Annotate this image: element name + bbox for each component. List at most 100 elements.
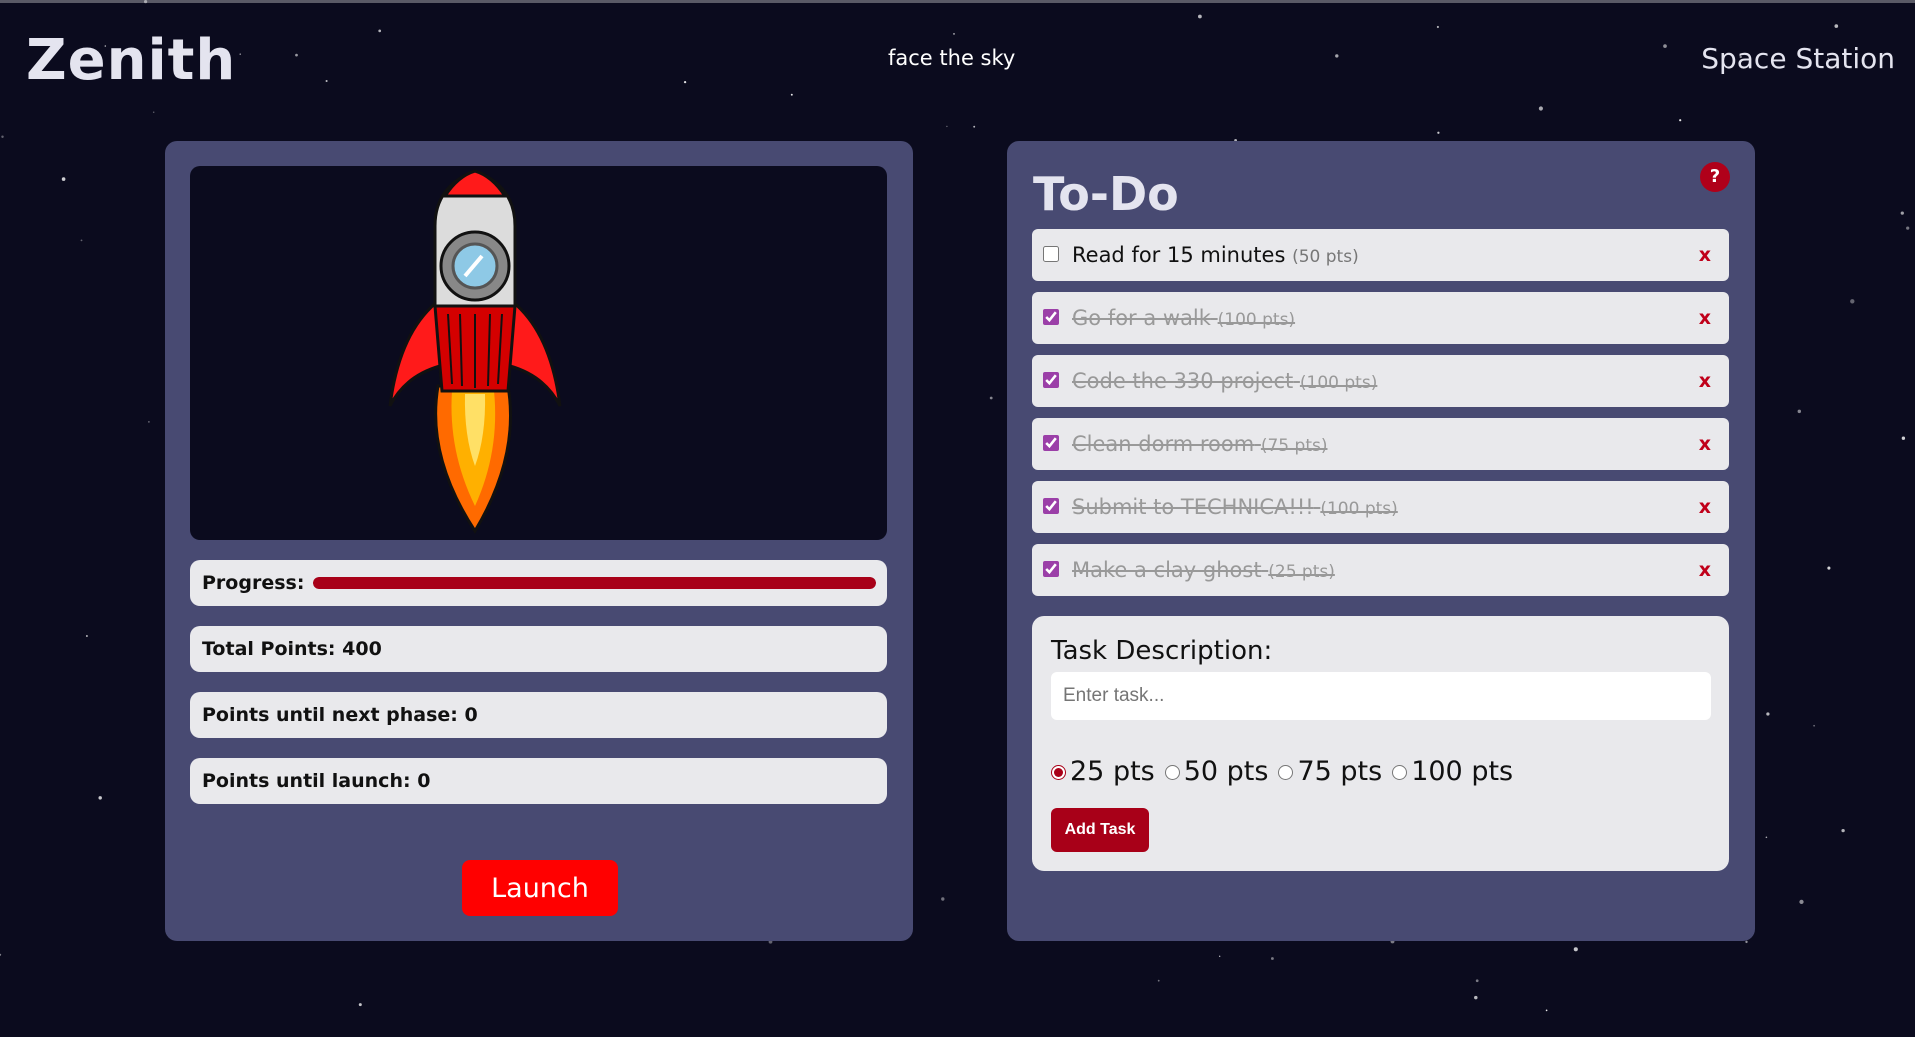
task-checkbox[interactable] <box>1043 498 1059 514</box>
star <box>1900 211 1904 215</box>
star <box>1219 955 1221 957</box>
task-description-label: Task Description: <box>1051 636 1273 666</box>
star <box>1335 54 1339 58</box>
points-radio-group: 25 pts 50 pts 75 pts 100 pts <box>1051 756 1523 787</box>
delete-task-icon[interactable]: x <box>1699 433 1711 455</box>
star <box>1797 409 1802 414</box>
star <box>1799 899 1804 905</box>
task-checkbox[interactable] <box>1043 435 1059 451</box>
task-item: Submit to TECHNICA!!! (100 pts) x <box>1032 481 1729 533</box>
task-item: Make a clay ghost (25 pts) x <box>1032 544 1729 596</box>
task-label: Make a clay ghost (25 pts) <box>1072 558 1335 582</box>
star <box>1813 724 1815 727</box>
star <box>152 111 155 113</box>
star <box>1827 566 1831 570</box>
task-label: Clean dorm room (75 pts) <box>1072 432 1328 456</box>
points-until-next-phase: Points until next phase: 0 <box>190 692 887 738</box>
star <box>148 421 150 423</box>
task-item: Go for a walk (100 pts) x <box>1032 292 1729 344</box>
star <box>1538 106 1543 111</box>
task-label: Code the 330 project (100 pts) <box>1072 369 1378 393</box>
star <box>1850 299 1855 304</box>
star <box>1663 44 1667 48</box>
star <box>358 1003 362 1007</box>
progress-bar <box>313 577 876 589</box>
star <box>1906 226 1910 230</box>
star <box>1545 1009 1548 1012</box>
delete-task-icon[interactable]: x <box>1699 559 1711 581</box>
star <box>973 125 976 128</box>
star <box>1745 940 1748 944</box>
rocket-display <box>190 166 887 540</box>
add-task-form: Task Description: 25 pts 50 pts 75 pts 100 … <box>1032 616 1729 871</box>
task-label: Go for a walk (100 pts) <box>1072 306 1296 330</box>
star <box>1834 24 1839 28</box>
star <box>683 80 687 84</box>
star <box>1841 828 1845 833</box>
star <box>239 53 241 55</box>
star <box>1198 14 1202 19</box>
star <box>1157 979 1160 982</box>
task-label: Submit to TECHNICA!!! (100 pts) <box>1072 495 1398 519</box>
points-radio[interactable] <box>1278 765 1294 780</box>
star <box>1437 131 1440 134</box>
delete-task-icon[interactable]: x <box>1699 244 1711 266</box>
points-until-launch: Points until launch: 0 <box>190 758 887 804</box>
app-title: Zenith <box>26 28 237 93</box>
help-icon[interactable]: ? <box>1700 162 1730 192</box>
points-radio-option[interactable]: 25 pts <box>1051 756 1155 787</box>
star <box>1766 712 1770 716</box>
task-description-input[interactable] <box>1051 672 1711 720</box>
rocket-icon <box>388 169 562 534</box>
points-radio-option[interactable]: 50 pts <box>1164 756 1268 787</box>
star <box>953 33 955 35</box>
delete-task-icon[interactable]: x <box>1699 307 1711 329</box>
star <box>1765 836 1768 839</box>
add-task-button[interactable]: Add Task <box>1051 808 1149 852</box>
rocket-panel: Progress: Total Points: 400 Points until… <box>165 141 913 941</box>
task-checkbox[interactable] <box>1043 309 1059 325</box>
star <box>85 635 88 637</box>
task-checkbox[interactable] <box>1043 561 1059 577</box>
star <box>1436 25 1439 29</box>
star <box>295 53 298 57</box>
star <box>80 239 83 242</box>
star <box>1573 947 1578 952</box>
points-radio-option[interactable]: 75 pts <box>1278 756 1382 787</box>
star <box>1679 119 1682 122</box>
todo-panel: To-Do ? Read for 15 minutes (50 pts) x Go … <box>1007 141 1755 941</box>
total-points: Total Points: 400 <box>190 626 887 672</box>
star <box>0 953 2 956</box>
app-tagline: face the sky <box>888 46 1016 70</box>
task-item: Code the 330 project (100 pts) x <box>1032 355 1729 407</box>
star <box>144 0 148 4</box>
star <box>98 796 102 800</box>
points-radio[interactable] <box>1051 765 1066 780</box>
star <box>1901 436 1906 440</box>
points-radio[interactable] <box>1392 765 1408 780</box>
star <box>61 177 66 181</box>
star <box>1270 957 1274 960</box>
star <box>941 897 945 901</box>
star <box>989 396 993 400</box>
task-checkbox[interactable] <box>1043 372 1059 388</box>
star <box>1 135 4 138</box>
star <box>325 79 328 83</box>
delete-task-icon[interactable]: x <box>1699 370 1711 392</box>
star <box>1475 979 1479 983</box>
task-item: Read for 15 minutes (50 pts) x <box>1032 229 1729 281</box>
launch-button[interactable]: Launch <box>462 860 618 916</box>
progress-bar-fill <box>313 577 876 589</box>
points-radio[interactable] <box>1164 765 1180 780</box>
progress-card: Progress: <box>190 560 887 606</box>
star <box>946 125 948 128</box>
progress-label: Progress: <box>202 572 305 594</box>
nav-link-space-station[interactable]: Space Station <box>1701 42 1895 75</box>
points-radio-option[interactable]: 100 pts <box>1392 756 1513 787</box>
delete-task-icon[interactable]: x <box>1699 496 1711 518</box>
star <box>790 93 793 96</box>
task-item: Clean dorm room (75 pts) x <box>1032 418 1729 470</box>
task-checkbox[interactable] <box>1043 246 1059 262</box>
star <box>1474 995 1478 1000</box>
task-label: Read for 15 minutes (50 pts) <box>1072 243 1359 267</box>
